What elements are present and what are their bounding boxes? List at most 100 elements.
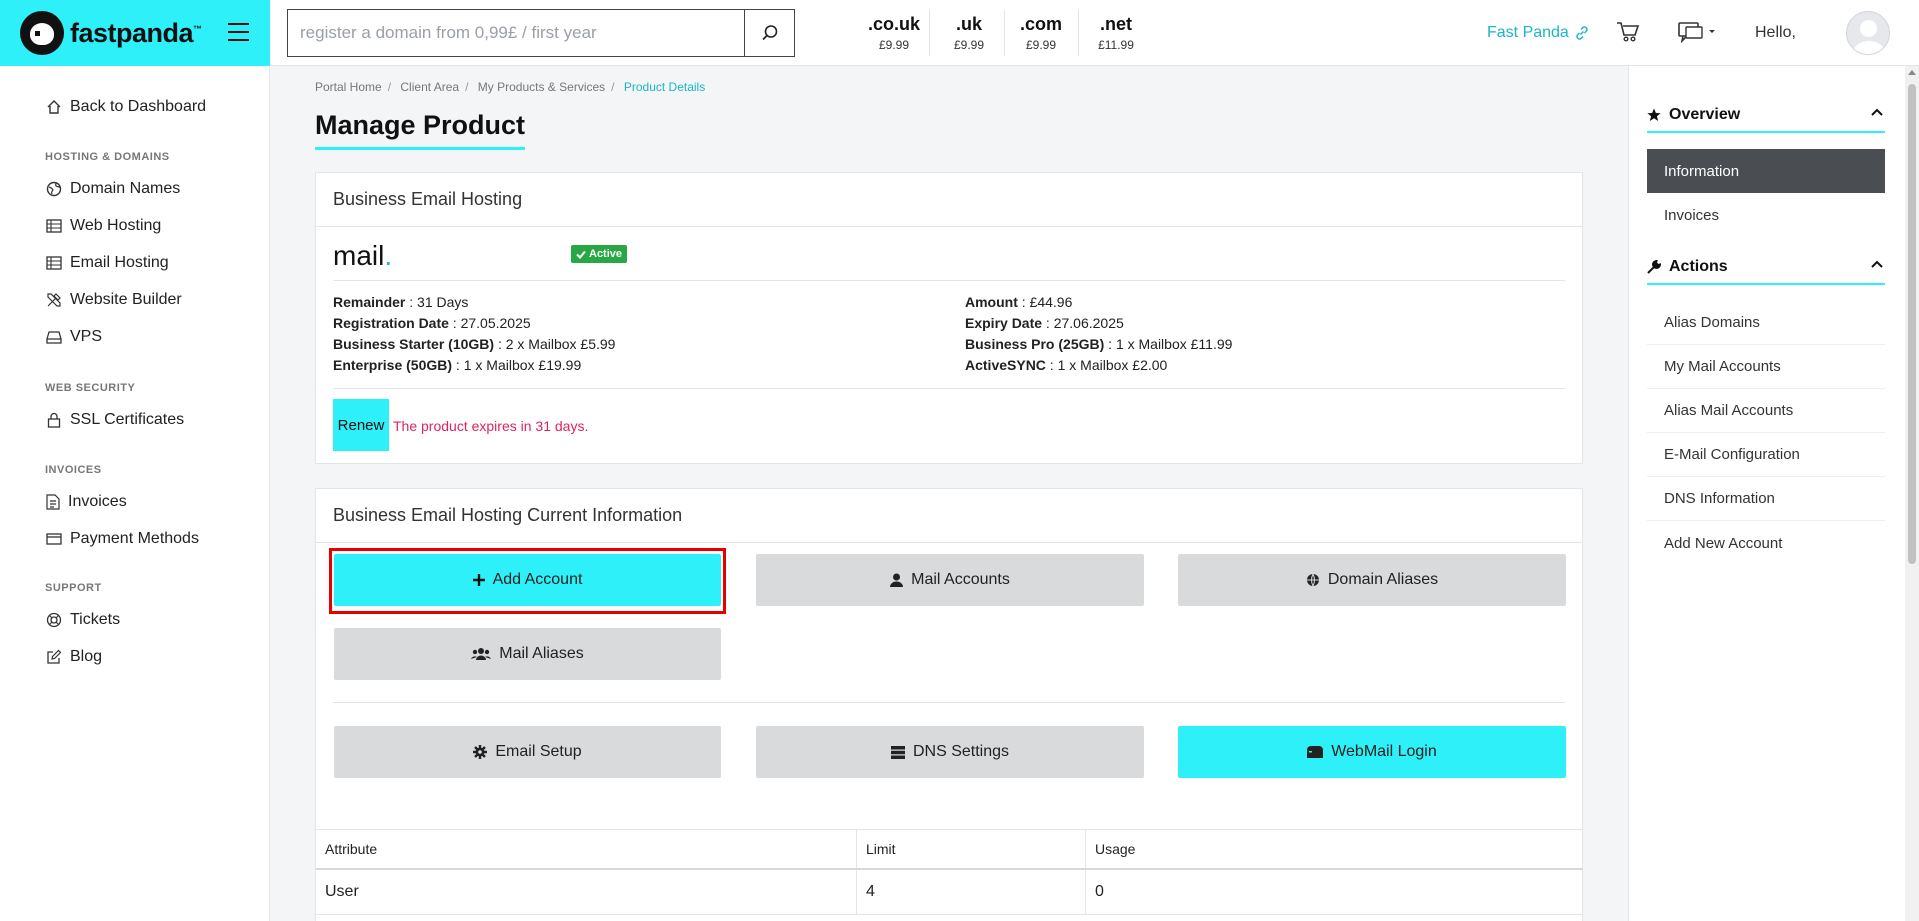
info-business-starter: Business Starter (10GB) : 2 x Mailbox £5… (333, 336, 616, 352)
email-setup-button[interactable]: Email Setup (334, 726, 721, 778)
table-cell: User (316, 870, 857, 914)
sidebar-item-web-hosting[interactable]: Web Hosting (46, 217, 161, 235)
product-info-left: Remainder : 31 Days Registration Date : … (333, 292, 615, 376)
mailbox-icon (1307, 746, 1324, 758)
avatar[interactable] (1846, 11, 1890, 55)
rside-item-invoices[interactable]: Invoices (1647, 193, 1885, 237)
rside-item-add-new-account[interactable]: Add New Account (1647, 521, 1885, 565)
sidebar-item-label: Website Builder (70, 291, 182, 308)
mail-aliases-label: Mail Aliases (499, 645, 584, 662)
domain-search-input[interactable] (288, 10, 744, 56)
table-cell: 0 (1095, 883, 1104, 900)
scrollbar[interactable] (1905, 66, 1919, 921)
top-bar: fastpanda™ .co.uk £9.99 .uk £9.99 .com £9.9… (0, 0, 1919, 66)
domain-dot: . (384, 240, 393, 271)
breadcrumb-my-products[interactable]: My Products & Services (478, 80, 605, 94)
sidebar-item-label: Email Hosting (70, 254, 169, 271)
search-button[interactable] (744, 10, 794, 56)
info-activesync: ActiveSYNC : 1 x Mailbox £2.00 (965, 357, 1168, 373)
sidebar-item-label: SSL Certificates (70, 411, 185, 428)
home-icon (47, 100, 61, 114)
menu-toggle-icon[interactable] (228, 23, 249, 41)
rside-item-dns-information[interactable]: DNS Information (1647, 477, 1885, 521)
renew-button[interactable]: Renew (333, 399, 389, 451)
breadcrumb-client-area[interactable]: Client Area (400, 80, 459, 94)
divider (333, 702, 1565, 703)
globe-icon (1306, 573, 1319, 587)
tld-price: £9.99 (953, 38, 985, 52)
search-icon (761, 25, 777, 41)
column-header-attribute: Attribute (316, 830, 857, 868)
column-header-limit: Limit (857, 830, 1086, 868)
fast-panda-link[interactable]: Fast Panda (1487, 24, 1590, 42)
star-icon (1647, 108, 1661, 121)
page-title: Manage Product (315, 110, 526, 150)
tld-uk[interactable]: .uk £9.99 (934, 14, 1004, 52)
tld-ext: .uk (955, 14, 982, 34)
lock-icon (47, 412, 61, 428)
sidebar-item-label: Web Hosting (70, 217, 162, 234)
lifebuoy-icon (46, 612, 62, 628)
tld-com[interactable]: .com £9.99 (1006, 14, 1076, 52)
overview-section-header[interactable]: Overview (1647, 99, 1885, 133)
domain-name: mail. (333, 240, 392, 272)
info-business-pro: Business Pro (25GB) : 1 x Mailbox £11.99 (965, 336, 1233, 352)
dns-settings-button[interactable]: DNS Settings (756, 726, 1144, 778)
rside-item-alias-domains[interactable]: Alias Domains (1647, 301, 1885, 345)
tld-co-uk[interactable]: .co.uk £9.99 (859, 14, 929, 52)
users-icon (471, 648, 492, 660)
domain-aliases-button[interactable]: Domain Aliases (1178, 554, 1566, 606)
dns-settings-label: DNS Settings (912, 743, 1010, 760)
product-card: Business Email Hosting mail. Active Rema… (315, 172, 1583, 464)
breadcrumb-portal-home[interactable]: Portal Home (315, 80, 382, 94)
sidebar-section-title: SUPPORT (45, 582, 102, 594)
check-icon (576, 250, 586, 259)
sidebar-item-payment-methods[interactable]: Payment Methods (46, 530, 199, 548)
server-list-icon (46, 219, 62, 233)
sidebar-section-title: WEB SECURITY (45, 382, 136, 394)
rside-item-email-configuration[interactable]: E-Mail Configuration (1647, 433, 1885, 477)
edit-icon (47, 649, 62, 664)
sidebar-item-website-builder[interactable]: Website Builder (46, 291, 182, 309)
breadcrumb: Portal Home / Client Area / My Products & … (315, 80, 706, 94)
sidebar-item-back-to-dashboard[interactable]: Back to Dashboard (46, 98, 206, 116)
tld-ext: .net (1099, 14, 1132, 34)
tld-net[interactable]: .net £11.99 (1081, 14, 1151, 52)
scrollbar-thumb[interactable] (1908, 84, 1916, 564)
link-icon (1576, 26, 1588, 40)
divider (929, 10, 930, 56)
tld-price: £9.99 (1025, 38, 1057, 52)
mail-aliases-button[interactable]: Mail Aliases (334, 628, 721, 680)
table-cell: 4 (857, 870, 1086, 914)
sidebar-item-email-hosting[interactable]: Email Hosting (46, 254, 169, 272)
add-account-button[interactable]: Add Account (334, 554, 721, 606)
sidebar-item-tickets[interactable]: Tickets (46, 611, 120, 629)
usage-table: Attribute Limit Usage User 4 0 (316, 829, 1583, 915)
status-badge: Active (571, 245, 628, 263)
sidebar-item-ssl-certificates[interactable]: SSL Certificates (46, 411, 184, 429)
fast-panda-link-label: Fast Panda (1487, 24, 1569, 41)
user-icon (890, 573, 904, 587)
rside-item-my-mail-accounts[interactable]: My Mail Accounts (1647, 345, 1885, 389)
rside-item-information[interactable]: Information (1647, 149, 1885, 193)
divider (1078, 10, 1079, 56)
sidebar-item-label: Invoices (68, 493, 127, 510)
chat-icon[interactable] (1678, 21, 1718, 48)
sidebar-item-domain-names[interactable]: Domain Names (46, 180, 180, 198)
sidebar-item-vps[interactable]: VPS (46, 328, 102, 346)
sidebar-item-label: VPS (70, 328, 103, 345)
sidebar-item-label: Payment Methods (70, 530, 199, 547)
gear-icon (473, 745, 488, 759)
sidebar-item-blog[interactable]: Blog (46, 648, 102, 666)
rside-item-alias-mail-accounts[interactable]: Alias Mail Accounts (1647, 389, 1885, 433)
wrench-icon (1647, 260, 1661, 274)
info-remainder: Remainder : 31 Days (333, 294, 469, 310)
mail-accounts-button[interactable]: Mail Accounts (756, 554, 1144, 606)
scroll-up-arrow-icon[interactable] (1908, 70, 1916, 75)
actions-section-header[interactable]: Actions (1647, 251, 1885, 285)
cart-icon[interactable] (1616, 21, 1640, 48)
status-label: Active (589, 248, 623, 260)
left-sidebar: Back to Dashboard HOSTING & DOMAINS Doma… (0, 66, 270, 921)
sidebar-item-invoices[interactable]: Invoices (46, 493, 127, 511)
webmail-login-button[interactable]: WebMail Login (1178, 726, 1566, 778)
